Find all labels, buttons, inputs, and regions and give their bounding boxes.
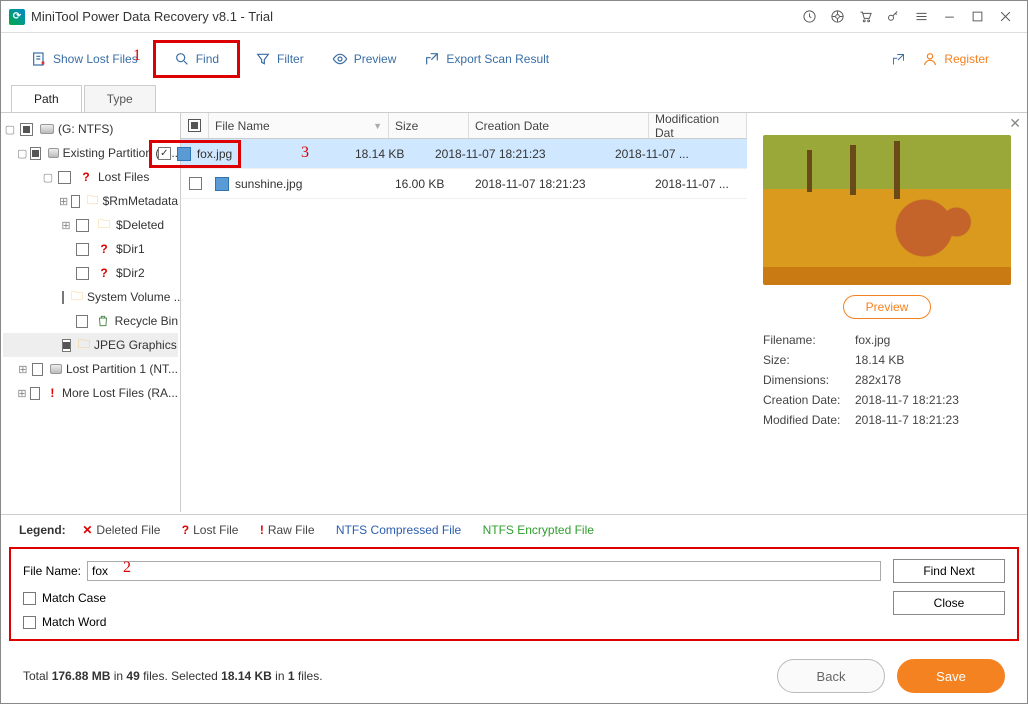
header-filename[interactable]: File Name▼: [209, 113, 389, 138]
share-icon[interactable]: [884, 45, 912, 73]
window-title: MiniTool Power Data Recovery v8.1 - Tria…: [31, 9, 273, 24]
value-dimensions: 282x178: [855, 373, 1011, 387]
file-name-cell: sunshine.jpg: [235, 177, 302, 191]
find-next-button[interactable]: Find Next: [893, 559, 1005, 583]
legend-bar: Legend: ✕Deleted File ?Lost File !Raw Fi…: [1, 514, 1027, 545]
image-file-icon: [177, 147, 191, 161]
tree-lost-partition[interactable]: ⊞Lost Partition 1 (NT...: [3, 357, 178, 381]
view-tabs: Path Type: [1, 85, 1027, 112]
value-filename: fox.jpg: [855, 333, 1011, 347]
export-button[interactable]: Export Scan Result: [414, 45, 559, 73]
tree-recycle-bin[interactable]: Recycle Bin: [3, 309, 178, 333]
tree-deleted[interactable]: ⊞🗀$Deleted: [3, 213, 178, 237]
header-checkbox[interactable]: [181, 113, 209, 138]
file-cd-cell: 2018-11-07 18:21:23: [429, 147, 609, 161]
label-creation-date: Creation Date:: [763, 393, 849, 407]
support-icon[interactable]: [823, 3, 851, 31]
main-toolbar: Show Lost Files 1 Find Filter Preview Ex…: [1, 33, 1027, 85]
preview-close-icon[interactable]: ✕: [1009, 115, 1021, 132]
tree-lost-files[interactable]: ▢?Lost Files: [3, 165, 178, 189]
find-label: Find: [196, 52, 219, 66]
clock-icon[interactable]: [795, 3, 823, 31]
file-md-cell: 2018-11-07 ...: [609, 147, 707, 161]
file-md-cell: 2018-11-07 ...: [649, 177, 747, 191]
filter-label: Filter: [277, 52, 304, 66]
tree-system-volume[interactable]: 🗀System Volume ...: [3, 285, 178, 309]
header-creation-date[interactable]: Creation Date: [469, 113, 649, 138]
image-file-icon: [215, 177, 229, 191]
title-bar: ⟳ MiniTool Power Data Recovery v8.1 - Tr…: [1, 1, 1027, 33]
register-button[interactable]: Register: [912, 45, 999, 73]
annotation-1: 1: [133, 47, 141, 65]
annotation-3: 3: [301, 144, 309, 162]
preview-image: [763, 135, 1011, 285]
tab-path[interactable]: Path: [11, 85, 82, 112]
export-label: Export Scan Result: [446, 52, 549, 66]
find-filename-input[interactable]: [87, 561, 881, 581]
file-checkbox[interactable]: [189, 177, 202, 190]
label-filename: Filename:: [763, 333, 849, 347]
preview-button[interactable]: Preview: [322, 45, 407, 73]
folder-tree: ▢(G: NTFS) ▢Existing Partition (N... ▢?L…: [1, 113, 181, 512]
header-size[interactable]: Size: [389, 113, 469, 138]
grid-header: File Name▼ Size Creation Date Modificati…: [181, 113, 747, 139]
main-pane: ▢(G: NTFS) ▢Existing Partition (N... ▢?L…: [1, 112, 1027, 512]
label-dimensions: Dimensions:: [763, 373, 849, 387]
file-grid: File Name▼ Size Creation Date Modificati…: [181, 113, 747, 512]
value-modified-date: 2018-11-7 18:21:23: [855, 413, 1011, 427]
preview-open-button[interactable]: Preview: [843, 295, 932, 319]
app-logo: ⟳: [9, 9, 25, 25]
file-row[interactable]: fox.jpg 18.14 KB 2018-11-07 18:21:23 201…: [181, 139, 747, 169]
status-text: Total 176.88 MB in 49 files. Selected 18…: [23, 669, 323, 683]
minimize-icon[interactable]: [935, 3, 963, 31]
status-footer: Total 176.88 MB in 49 files. Selected 18…: [1, 649, 1027, 703]
tab-type[interactable]: Type: [84, 85, 156, 112]
file-size-cell: 16.00 KB: [389, 177, 469, 191]
file-row[interactable]: sunshine.jpg 16.00 KB 2018-11-07 18:21:2…: [181, 169, 747, 199]
tree-rmmetadata[interactable]: ⊞🗀$RmMetadata: [3, 189, 178, 213]
save-button[interactable]: Save: [897, 659, 1005, 693]
file-size-cell: 18.14 KB: [349, 147, 429, 161]
register-label: Register: [944, 52, 989, 66]
back-button[interactable]: Back: [777, 659, 885, 693]
label-size: Size:: [763, 353, 849, 367]
find-close-button[interactable]: Close: [893, 591, 1005, 615]
find-panel: File Name: Find Next 2 Match Case Match …: [11, 549, 1017, 639]
filter-button[interactable]: Filter: [245, 45, 314, 73]
header-modification-date[interactable]: Modification Dat: [649, 113, 747, 138]
label-modified-date: Modified Date:: [763, 413, 849, 427]
cart-icon[interactable]: [851, 3, 879, 31]
preview-panel: ✕ Preview Filename: fox.jpg Size: 18.14 KB…: [747, 113, 1027, 512]
tree-jpeg-graphics[interactable]: 🗀JPEG Graphics ...: [3, 333, 178, 357]
close-icon[interactable]: [991, 3, 1019, 31]
value-creation-date: 2018-11-7 18:21:23: [855, 393, 1011, 407]
show-lost-files-button[interactable]: Show Lost Files: [21, 45, 148, 73]
menu-icon[interactable]: [907, 3, 935, 31]
file-checkbox[interactable]: [158, 147, 171, 160]
legend-label: Legend:: [19, 523, 66, 537]
preview-label: Preview: [354, 52, 397, 66]
annotation-2: 2: [123, 559, 131, 577]
match-case-checkbox[interactable]: Match Case: [23, 591, 106, 605]
match-word-checkbox[interactable]: Match Word: [23, 615, 106, 629]
find-filename-label: File Name:: [23, 564, 81, 578]
key-icon[interactable]: [879, 3, 907, 31]
show-lost-label: Show Lost Files: [53, 52, 138, 66]
value-size: 18.14 KB: [855, 353, 1011, 367]
tree-dir2[interactable]: ?$Dir2: [3, 261, 178, 285]
tree-dir1[interactable]: ?$Dir1: [3, 237, 178, 261]
find-button[interactable]: Find: [156, 43, 237, 75]
file-cd-cell: 2018-11-07 18:21:23: [469, 177, 649, 191]
tree-more-lost-files[interactable]: ⊞!More Lost Files (RA...: [3, 381, 178, 405]
maximize-icon[interactable]: [963, 3, 991, 31]
tree-root[interactable]: ▢(G: NTFS): [3, 117, 178, 141]
file-name-cell: fox.jpg: [197, 147, 232, 161]
